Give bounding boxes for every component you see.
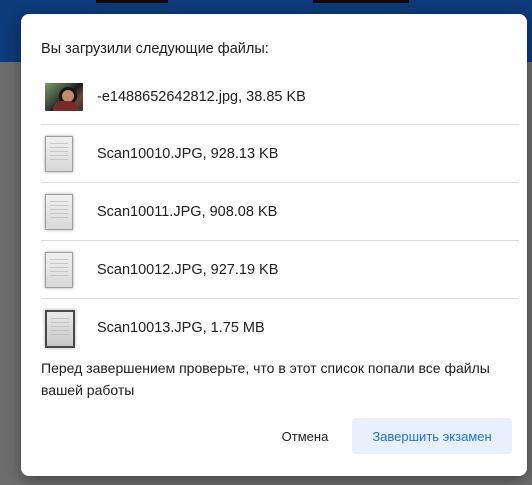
upload-confirmation-dialog: Вы загрузили следующие файлы: -e14886526… [21,14,527,476]
background-header-divider [313,0,409,3]
file-item: Scan10012.JPG, 927.19 KB [41,241,519,299]
file-name: Scan10013.JPG, 1.75 MB [97,320,265,336]
file-item: Scan10010.JPG, 928.13 KB [41,125,519,183]
document-thumbnail-icon [45,310,75,348]
file-name: Scan10010.JPG, 928.13 KB [97,146,279,162]
file-item: Scan10011.JPG, 908.08 KB [41,183,519,241]
background-header-divider [96,0,168,3]
finish-exam-button[interactable]: Завершить экзамен [352,418,512,454]
file-item: -e1488652642812.jpg, 38.85 KB [41,73,519,125]
file-name: Scan10011.JPG, 908.08 KB [97,204,278,220]
verification-note: Перед завершением проверьте, что в этот … [41,360,490,398]
photo-thumbnail-icon [45,83,83,111]
document-thumbnail-icon [45,252,73,288]
cancel-button[interactable]: Отмена [267,418,343,454]
file-item: Scan10013.JPG, 1.75 MB [41,299,519,357]
file-name: -e1488652642812.jpg, 38.85 KB [97,89,306,105]
file-name: Scan10012.JPG, 927.19 KB [97,262,279,278]
document-thumbnail-icon [45,136,73,172]
dialog-heading: Вы загрузили следующие файлы: [41,41,269,57]
uploaded-file-list: -e1488652642812.jpg, 38.85 KB Scan10010.… [41,73,519,357]
document-thumbnail-icon [45,194,73,230]
